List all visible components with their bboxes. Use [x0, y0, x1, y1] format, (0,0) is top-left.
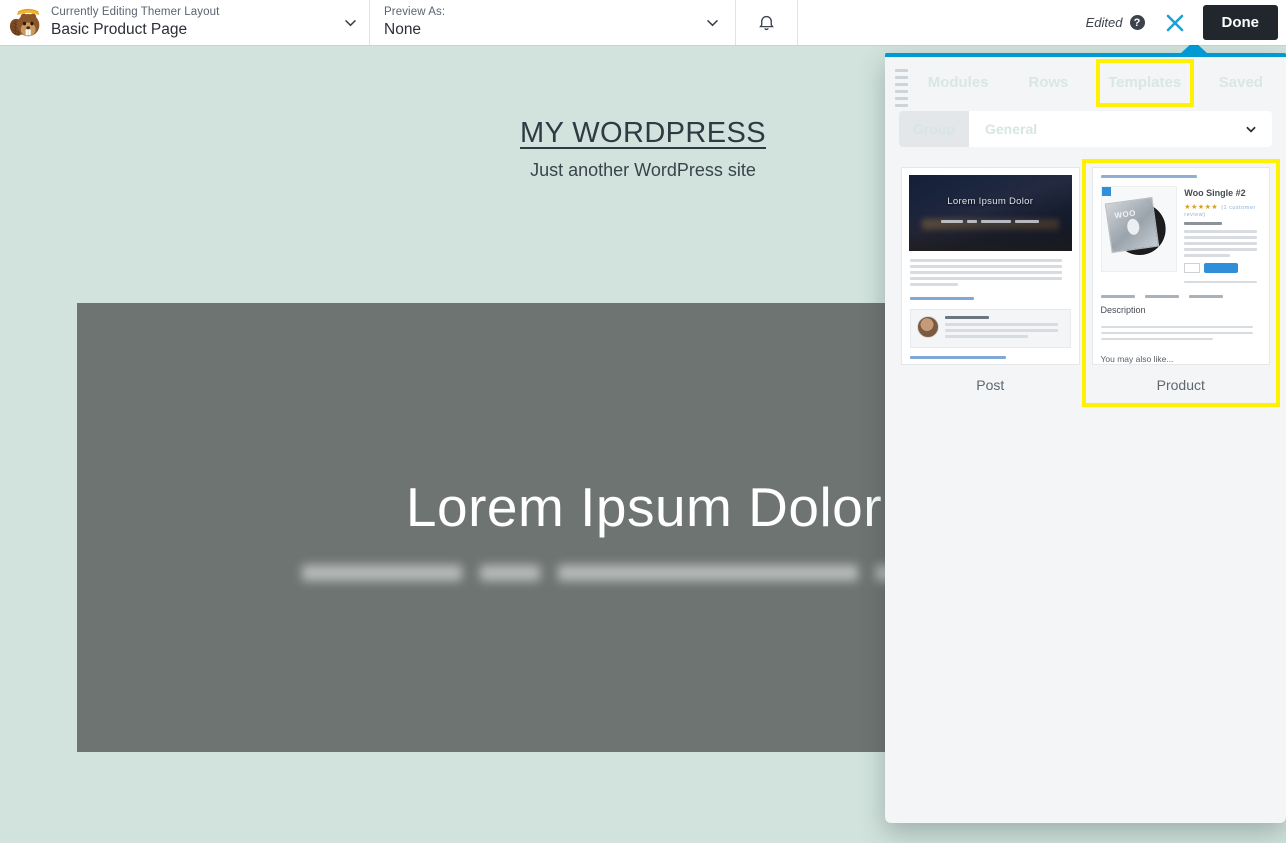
product-thumb-description-heading: Description — [1093, 298, 1270, 318]
template-card-post[interactable]: Lorem Ipsum Dolor — [895, 163, 1086, 403]
builder-content-panel: Modules Rows Templates Saved Group Gener… — [885, 53, 1286, 823]
chevron-down-icon — [704, 14, 721, 31]
tab-rows[interactable]: Rows — [1003, 57, 1093, 109]
preview-as-value: None — [384, 21, 696, 39]
sleeve-label: WOO — [1114, 209, 1137, 221]
group-filter-value: General — [969, 111, 1244, 147]
quantity-stepper — [1184, 263, 1200, 273]
edited-status: Edited — [1086, 15, 1123, 30]
product-thumb-image: WOO — [1101, 186, 1178, 272]
product-thumb-title: Woo Single #2 — [1184, 188, 1261, 198]
template-label-post: Post — [976, 377, 1004, 393]
hero-meta-date — [302, 565, 462, 581]
builder-top-bar: Currently Editing Themer Layout Basic Pr… — [0, 0, 1286, 45]
tab-saved[interactable]: Saved — [1196, 57, 1286, 109]
product-thumb-price — [1184, 222, 1222, 225]
group-filter-badge: Group — [899, 111, 969, 147]
template-thumbnail-product: WOO Woo Single #2 ★★★★★(1 customer revie… — [1092, 167, 1271, 365]
post-thumb-author-name — [945, 316, 989, 320]
topbar-right-controls: Edited ? Done — [1086, 0, 1286, 45]
template-grid: Lorem Ipsum Dolor — [885, 147, 1286, 403]
hero-meta-sep — [480, 565, 540, 581]
preview-as-dropdown[interactable]: Preview As: None — [370, 0, 736, 45]
post-thumb-body-text — [902, 251, 1079, 286]
help-icon[interactable]: ? — [1130, 15, 1145, 30]
add-to-cart-button — [1204, 263, 1238, 273]
avatar — [917, 316, 939, 338]
product-thumb-main: WOO Woo Single #2 ★★★★★(1 customer revie… — [1093, 181, 1270, 287]
tab-templates[interactable]: Templates — [1100, 63, 1190, 103]
hero-title: Lorem Ipsum Dolor — [406, 475, 882, 539]
product-thumb-tabs — [1093, 287, 1270, 298]
hero-meta-blurred — [302, 565, 986, 581]
preview-as-label: Preview As: — [384, 6, 696, 19]
bell-icon — [757, 12, 776, 33]
topbar-spacer — [798, 0, 1086, 45]
hero-meta-author — [558, 565, 858, 581]
close-x-icon[interactable] — [1163, 11, 1187, 35]
product-thumb-info: Woo Single #2 ★★★★★(1 customer review) — [1184, 186, 1261, 287]
post-thumb-nav-links — [902, 348, 1079, 359]
tab-modules[interactable]: Modules — [913, 57, 1003, 109]
panel-tabs: Modules Rows Templates Saved — [885, 57, 1286, 109]
product-thumb-breadcrumb — [1093, 168, 1270, 178]
post-thumb-comment-section — [902, 362, 1079, 365]
template-thumbnail-post: Lorem Ipsum Dolor — [901, 167, 1080, 365]
currently-editing-dropdown[interactable]: Currently Editing Themer Layout Basic Pr… — [0, 0, 370, 45]
post-thumb-hero-meta — [909, 210, 1072, 228]
currently-editing-value: Basic Product Page — [51, 21, 334, 39]
post-thumb-hero: Lorem Ipsum Dolor — [909, 175, 1072, 251]
post-thumb-tagline — [902, 289, 1079, 300]
template-card-product[interactable]: WOO Woo Single #2 ★★★★★(1 customer revie… — [1086, 163, 1277, 403]
record-sleeve-icon: WOO — [1105, 197, 1159, 253]
group-filter-select[interactable]: Group General — [899, 111, 1272, 147]
product-thumb-related-heading: You may also like... — [1093, 344, 1270, 366]
product-thumb-rating: ★★★★★(1 customer review) — [1184, 203, 1261, 218]
sale-badge — [1102, 187, 1111, 196]
notifications-button[interactable] — [736, 0, 798, 45]
post-thumb-author-box — [910, 309, 1071, 349]
product-thumb-description-body — [1093, 318, 1270, 341]
beaver-builder-logo-icon — [8, 6, 42, 40]
post-thumb-hero-title: Lorem Ipsum Dolor — [909, 196, 1072, 207]
product-thumb-add-to-cart — [1184, 263, 1261, 273]
chevron-down-icon — [342, 14, 359, 31]
done-button[interactable]: Done — [1203, 5, 1279, 40]
currently-editing-label: Currently Editing Themer Layout — [51, 6, 334, 19]
site-title-link[interactable]: MY WORDPRESS — [520, 117, 766, 150]
chevron-down-icon — [1244, 111, 1272, 147]
template-label-product: Product — [1157, 377, 1205, 393]
